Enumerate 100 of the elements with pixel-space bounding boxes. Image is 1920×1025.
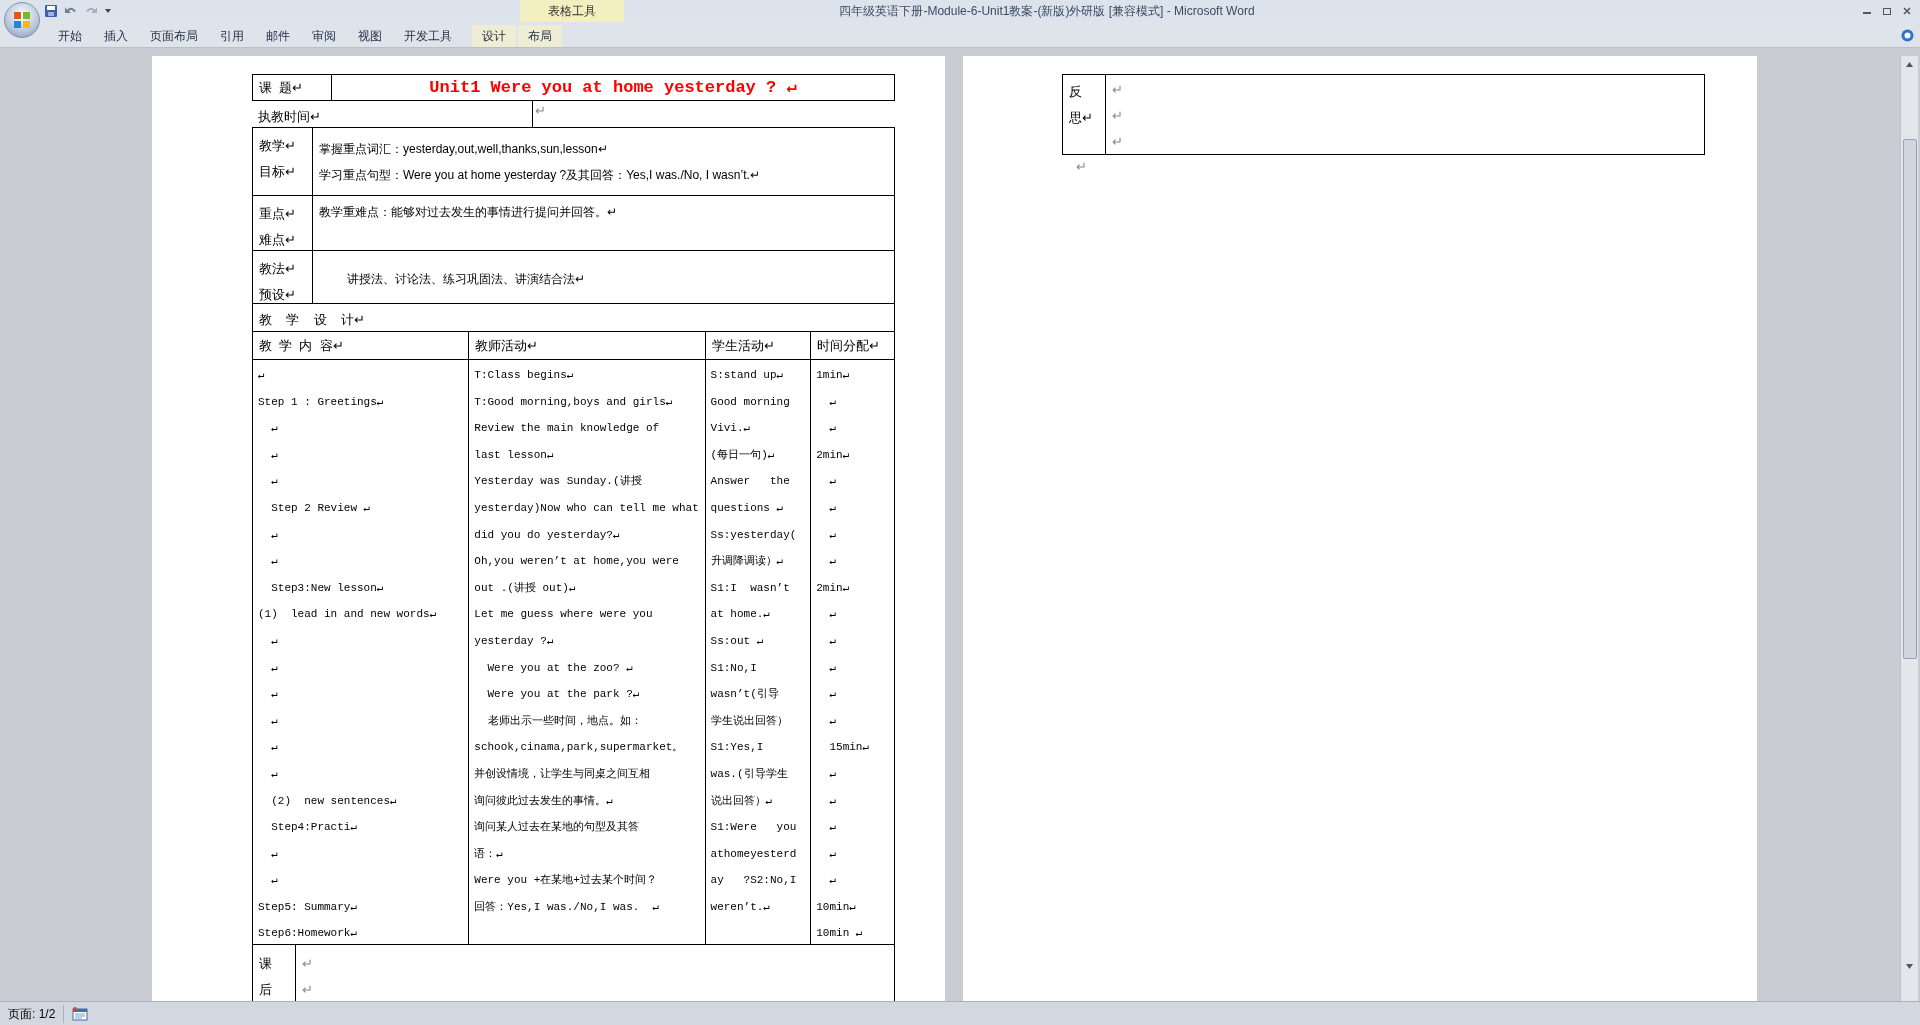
scroll-down-icon[interactable]: [1905, 962, 1914, 971]
close-icon[interactable]: [1902, 6, 1912, 16]
table-text: ↵: [828, 633, 838, 649]
ribbon-tab[interactable]: 邮件: [256, 25, 300, 47]
table-text: 思↵: [1069, 109, 1094, 127]
ribbon-tab[interactable]: 审阅: [302, 25, 346, 47]
table-text: 回答：Yes,I was./No,I was. ↵: [474, 899, 661, 915]
table-text: was.(引导学生: [710, 766, 789, 782]
page-count[interactable]: 页面: 1/2: [0, 1004, 65, 1023]
table-text: 教学↵: [259, 137, 297, 155]
table-text: S:stand up↵: [710, 368, 785, 383]
table-text: ↵: [828, 820, 838, 836]
table-text: 询问彼此过去发生的事情。↵: [474, 793, 614, 809]
table-text: 难点↵: [259, 231, 297, 249]
table-text: 讲授法、讨论法、练习巩固法、讲演结合法↵: [347, 271, 586, 288]
table-text: 教学重难点：能够对过去发生的事情进行提问并回答。↵: [319, 204, 618, 221]
table-text: ↵: [828, 554, 838, 570]
table-text: ↵: [828, 607, 838, 623]
table-text: 10min ↵: [816, 926, 864, 942]
contextual-tab-group-label: 表格工具: [548, 3, 596, 20]
spelling-check-icon[interactable]: [72, 1006, 89, 1021]
table-text: ↵: [535, 103, 546, 118]
table-text: ↵: [258, 368, 266, 383]
table-text: ↵: [270, 554, 279, 570]
table-text: 重点↵: [259, 205, 297, 223]
table-text: Good morning: [710, 394, 791, 410]
table-text: Step 1 : Greetings↵: [258, 394, 385, 410]
table-text: ↵: [1112, 81, 1124, 99]
column-header: 教 学 内 容↵: [259, 336, 344, 355]
table-text: ↵: [828, 527, 838, 543]
table-text: Were you at the park ?↵: [486, 687, 641, 703]
table-text: at home.↵: [710, 607, 771, 623]
table-text: ↵: [270, 633, 279, 649]
table-text: ↵: [302, 981, 314, 999]
ribbon-tab[interactable]: 设计: [472, 25, 516, 47]
table-text: Vivi.↵: [710, 421, 752, 437]
paragraph-mark: ↵: [1076, 159, 1087, 174]
table-text: Ss:out ↵: [710, 633, 765, 649]
table-text: 教法↵: [259, 260, 297, 278]
table-text: yesterday ?↵: [474, 633, 555, 649]
table-text: out .(讲授 out)↵: [474, 580, 577, 596]
table-text: 目标↵: [259, 163, 297, 181]
table-text: ↵: [270, 873, 279, 889]
table-text: 反: [1069, 83, 1083, 101]
table-text: 1min↵: [816, 368, 851, 383]
table-text: 说出回答）↵: [710, 793, 774, 809]
table-text: Review the main knowledge of: [474, 421, 661, 437]
table-text: S1:Were you: [710, 820, 798, 836]
table-text: 教 学 设 计↵: [259, 310, 366, 329]
table-text: S1:No,I: [710, 660, 758, 676]
table-text: Yesterday was Sunday.(讲授: [474, 474, 643, 490]
vertical-scrollbar[interactable]: [1900, 56, 1918, 1001]
table-text: ↵: [270, 421, 279, 437]
ribbon-tab[interactable]: 插入: [94, 25, 138, 47]
table-text: ↵: [302, 955, 314, 973]
table-text: Step 2 Review ↵: [270, 500, 372, 516]
save-icon[interactable]: [44, 4, 58, 18]
help-icon[interactable]: [1901, 29, 1914, 42]
table-text: S1:Yes,I: [710, 740, 765, 756]
table-text: T:Class begins↵: [474, 368, 575, 383]
dropdown-icon[interactable]: [104, 7, 112, 15]
table-text: ↵: [270, 527, 279, 543]
table-text: 语：↵: [474, 846, 504, 862]
table-text: ↵: [828, 500, 838, 516]
table-text: 后: [259, 981, 273, 999]
ribbon-tab[interactable]: 视图: [348, 25, 392, 47]
table-text: Step4:Practi↵: [270, 820, 359, 836]
table-text: ↵: [828, 766, 838, 782]
restore-icon[interactable]: [1882, 6, 1892, 16]
table-text: (1) lead in and new words↵: [258, 607, 438, 623]
table-text: Were you at the zoo? ↵: [486, 660, 634, 676]
ribbon-tab[interactable]: 开发工具: [394, 25, 462, 47]
table-text: 老师出示一些时间，地点。如：: [486, 713, 643, 729]
table-text: ↵: [828, 713, 838, 729]
table-text: last lesson↵: [474, 447, 555, 463]
ribbon-tab[interactable]: 布局: [518, 25, 562, 47]
table-text: ↵: [270, 474, 279, 490]
table-text: 升调降调读）↵: [710, 554, 785, 570]
table-text: (每日一句)↵: [710, 447, 776, 463]
table-text: ↵: [270, 713, 279, 729]
table-text: ↵: [828, 687, 838, 703]
office-button[interactable]: [4, 2, 40, 38]
table-text: 掌握重点词汇：yesterday,out,well,thanks,sun,lesson↵: [319, 141, 609, 158]
table-text: 课: [259, 955, 273, 973]
table-text: ↵: [270, 687, 279, 703]
window-title: 四年级英语下册-Module-6-Unit1教案-(新版)外研版 [兼容模式] - Microsoft Word: [839, 3, 1255, 20]
ribbon-tab[interactable]: 页面布局: [140, 25, 208, 47]
table-text: T:Good morning,boys and girls↵: [474, 394, 674, 410]
scrollbar-thumb[interactable]: [1902, 139, 1917, 659]
scroll-up-icon[interactable]: [1905, 60, 1914, 69]
ribbon-tab[interactable]: 引用: [210, 25, 254, 47]
table-text: ↵: [270, 740, 279, 756]
column-header: 时间分配↵: [817, 336, 881, 355]
table-text: (2) new sentences↵: [270, 793, 398, 809]
table-text: ↵: [828, 846, 838, 862]
table-text: ↵: [828, 660, 838, 676]
table-text: Let me guess where were you: [474, 607, 654, 623]
table-text: 学习重点句型：Were you at home yesterday ?及其回答：Yes,I was./No, I wasn’t.↵: [319, 167, 761, 184]
table-text: ↵: [1112, 107, 1124, 125]
ribbon-tab[interactable]: 开始: [48, 25, 92, 47]
